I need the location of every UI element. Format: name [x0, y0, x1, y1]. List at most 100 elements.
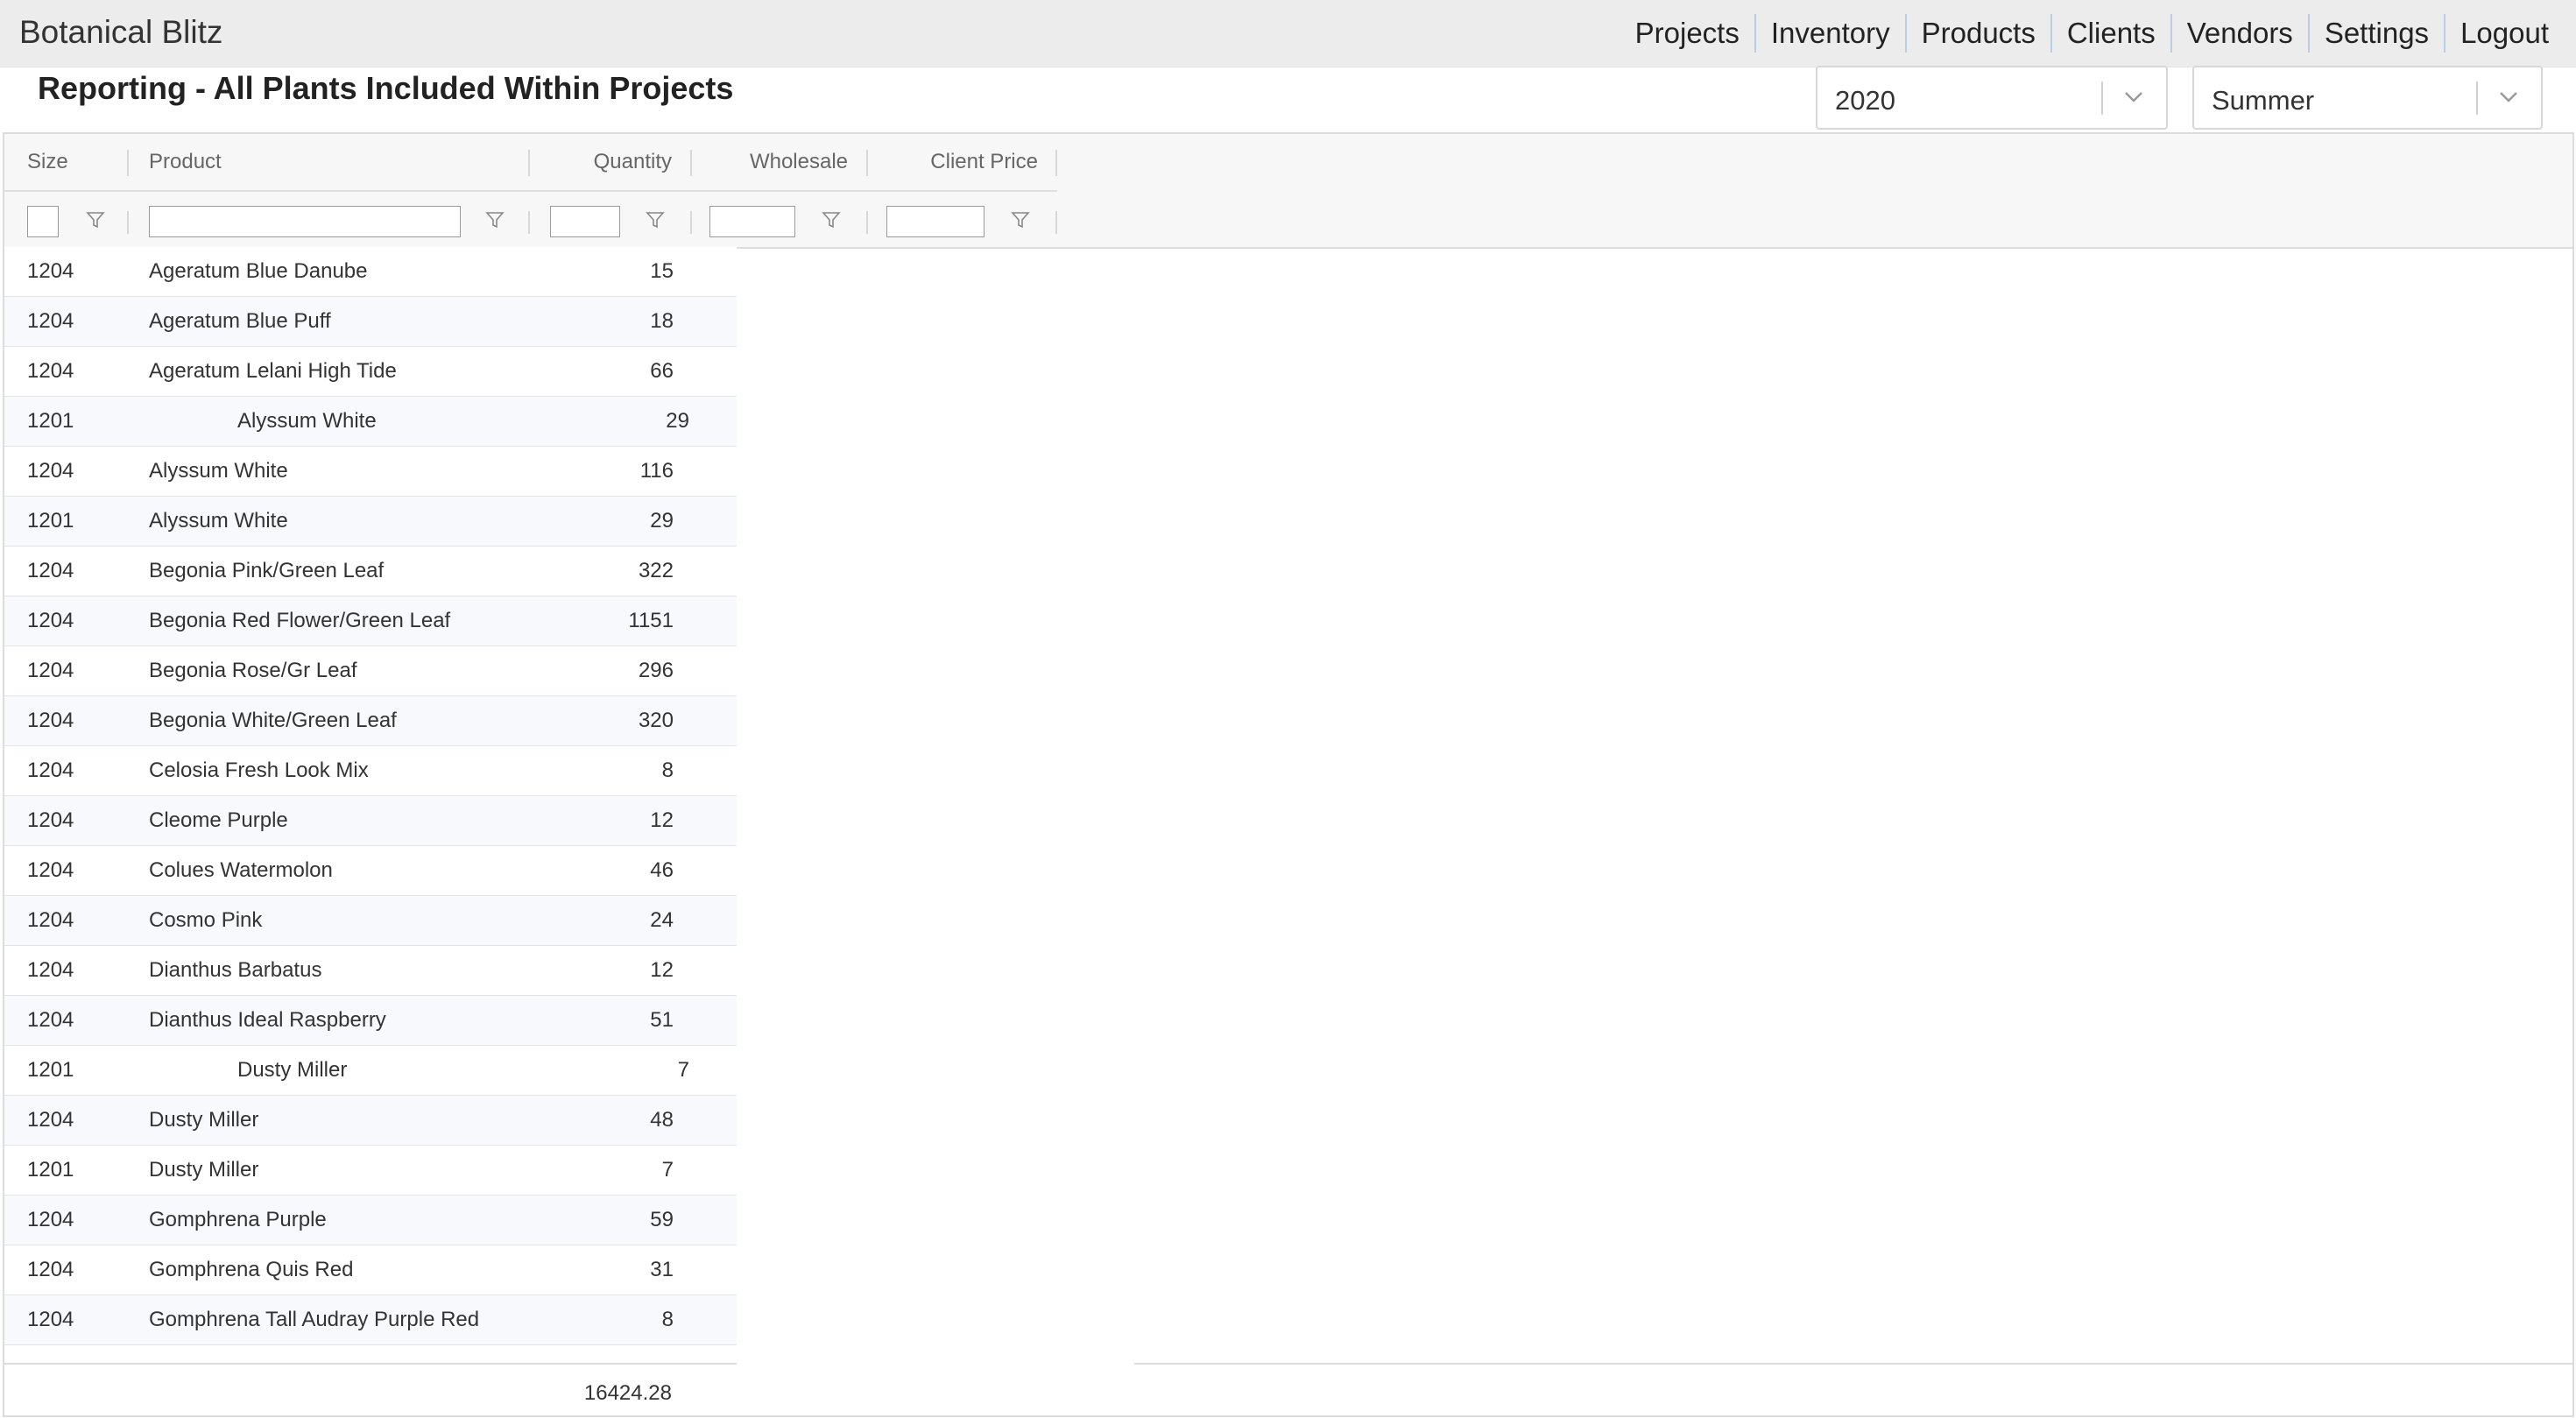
size-cell: 1201: [27, 509, 74, 533]
footer-divider: [4, 1363, 737, 1365]
table-row[interactable]: 1204 Begonia White/Green Leaf 320: [4, 696, 737, 746]
product-cell: Begonia Rose/Gr Leaf: [149, 659, 357, 682]
product-cell: Alyssum White: [149, 459, 288, 483]
filter-separator: [690, 211, 692, 234]
table-row[interactable]: 1201 Alyssum White 29: [4, 397, 737, 447]
season-select[interactable]: Summer: [2192, 66, 2543, 130]
product-cell: Ageratum Blue Puff: [149, 309, 331, 333]
table-row[interactable]: 1204 Alyssum White 116: [4, 447, 737, 497]
size-filter-input[interactable]: [27, 206, 59, 237]
quantity-cell: 322: [638, 559, 674, 582]
product-cell: Alyssum White: [149, 509, 288, 533]
dropdown-separator: [2476, 81, 2478, 115]
quantity-cell: 29: [666, 409, 689, 433]
filter-icon[interactable]: [821, 209, 842, 230]
product-cell: Celosia Fresh Look Mix: [149, 758, 369, 782]
client-price-filter-input[interactable]: [886, 206, 985, 237]
table-row[interactable]: 1201 Alyssum White 29: [4, 497, 737, 547]
quantity-cell: 12: [650, 808, 674, 832]
size-cell: 1204: [27, 1308, 74, 1331]
table-row[interactable]: 1204 Ageratum Lelani High Tide 66: [4, 347, 737, 397]
filter-icon[interactable]: [484, 209, 505, 230]
product-cell: Dusty Miller: [237, 1058, 348, 1082]
table-row[interactable]: 1204 Gomphrena Tall Audray Purple Red 8: [4, 1295, 737, 1345]
column-header-product[interactable]: Product: [149, 134, 222, 190]
table-row[interactable]: 1204 Dianthus Ideal Raspberry 51: [4, 996, 737, 1046]
table-row[interactable]: 1204 Dusty Miller 48: [4, 1096, 737, 1146]
nav-clients[interactable]: Clients: [2050, 14, 2170, 53]
quantity-cell: 8: [661, 758, 674, 782]
size-cell: 1201: [27, 1058, 74, 1082]
column-resize-handle[interactable]: [528, 150, 530, 176]
table-row[interactable]: 1204 Begonia Pink/Green Leaf 322: [4, 547, 737, 596]
table-row[interactable]: 1204 Begonia Rose/Gr Leaf 296: [4, 646, 737, 696]
footer-divider: [1134, 1363, 2572, 1365]
quantity-cell: 31: [650, 1258, 674, 1281]
product-cell: Gomphrena Tall Audray Purple Red: [149, 1308, 480, 1331]
filter-icon[interactable]: [645, 209, 666, 230]
size-cell: 1204: [27, 908, 74, 932]
product-cell: Dianthus Barbatus: [149, 958, 322, 982]
size-cell: 1204: [27, 709, 74, 732]
table-row[interactable]: 1204 Colues Watermolon 46: [4, 846, 737, 896]
filter-icon[interactable]: [85, 209, 106, 230]
table-row[interactable]: 1204 Gomphrena Quis Red 31: [4, 1245, 737, 1295]
nav-links: Projects Inventory Products Clients Vend…: [1620, 0, 2564, 67]
quantity-cell: 8: [661, 1308, 674, 1331]
quantity-cell: 59: [650, 1208, 674, 1231]
table-row[interactable]: 1204 Celosia Fresh Look Mix 8: [4, 746, 737, 796]
table-row[interactable]: 1201 Dusty Miller 7: [4, 1046, 737, 1096]
nav-products[interactable]: Products: [1904, 14, 2050, 53]
column-resize-handle[interactable]: [866, 150, 868, 176]
table-row[interactable]: 1201 Dusty Miller 7: [4, 1146, 737, 1196]
product-cell: Dusty Miller: [149, 1108, 259, 1132]
product-cell: Alyssum White: [237, 409, 377, 433]
size-cell: 1204: [27, 808, 74, 832]
column-resize-handle[interactable]: [690, 150, 692, 176]
column-resize-handle[interactable]: [1055, 150, 1057, 176]
size-cell: 1204: [27, 259, 74, 283]
product-cell: Colues Watermolon: [149, 858, 333, 882]
size-cell: 1204: [27, 659, 74, 682]
table-row[interactable]: 1204 Gomphrena Purple 59: [4, 1196, 737, 1245]
table-row[interactable]: 1204 Cleome Purple 12: [4, 796, 737, 846]
product-cell: Begonia Red Flower/Green Leaf: [149, 609, 451, 632]
quantity-filter-input[interactable]: [550, 206, 620, 237]
table-row[interactable]: 1204 Cosmo Pink 24: [4, 896, 737, 946]
column-header-size[interactable]: Size: [27, 134, 68, 190]
column-header-client-price[interactable]: Client Price: [880, 134, 1038, 190]
table-row[interactable]: 1204 Dianthus Barbatus 12: [4, 946, 737, 996]
quantity-cell: 320: [638, 709, 674, 732]
column-header-quantity[interactable]: Quantity: [547, 134, 672, 190]
nav-inventory[interactable]: Inventory: [1754, 14, 1905, 53]
year-select[interactable]: 2020: [1816, 66, 2168, 130]
size-cell: 1204: [27, 1258, 74, 1281]
chevron-down-icon[interactable]: [2121, 83, 2147, 109]
brand-title[interactable]: Botanical Blitz: [19, 14, 222, 51]
filter-separator: [127, 211, 129, 234]
quantity-cell: 46: [650, 858, 674, 882]
dropdown-separator: [2101, 81, 2103, 115]
nav-settings[interactable]: Settings: [2307, 14, 2444, 53]
table-row[interactable]: 1204 Ageratum Blue Puff 18: [4, 297, 737, 347]
quantity-cell: 116: [639, 459, 674, 483]
size-cell: 1204: [27, 858, 74, 882]
filter-separator: [1055, 211, 1057, 234]
quantity-cell: 12: [650, 958, 674, 982]
column-header-wholesale[interactable]: Wholesale: [705, 134, 848, 190]
size-cell: 1204: [27, 1208, 74, 1231]
product-filter-input[interactable]: [149, 206, 461, 237]
wholesale-filter-input[interactable]: [709, 206, 795, 237]
quantity-cell: 24: [650, 908, 674, 932]
chevron-down-icon[interactable]: [2495, 83, 2522, 109]
nav-vendors[interactable]: Vendors: [2170, 14, 2308, 53]
product-cell: Dusty Miller: [149, 1158, 259, 1182]
filter-icon[interactable]: [1010, 209, 1031, 230]
nav-logout[interactable]: Logout: [2444, 14, 2564, 53]
column-resize-handle[interactable]: [127, 150, 129, 176]
table-row[interactable]: 1204 Ageratum Blue Danube 15: [4, 247, 737, 297]
product-cell: Begonia Pink/Green Leaf: [149, 559, 385, 582]
nav-projects[interactable]: Projects: [1620, 14, 1754, 53]
table-row[interactable]: 1204 Begonia Red Flower/Green Leaf 1151: [4, 596, 737, 646]
size-cell: 1204: [27, 609, 74, 632]
